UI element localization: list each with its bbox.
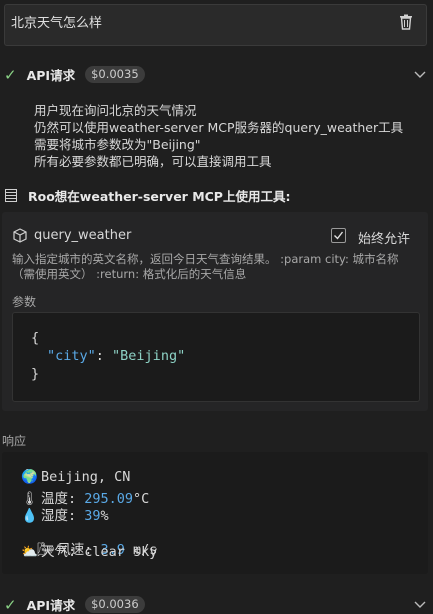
api-request-label: API请求 (26, 68, 76, 83)
response-location: 🌍 Beijing, CN (21, 469, 130, 485)
params-code-box: { "city": "Beijing" } (12, 312, 420, 402)
json-close-brace: } (31, 366, 40, 382)
json-param-line: "city": "Beijing" (47, 348, 185, 364)
tool-description-line: （需使用英文） :return: 格式化后的天气信息 (12, 267, 247, 281)
params-label: 参数 (12, 295, 37, 309)
check-icon: ✓ (4, 65, 17, 84)
json-key: "city" (47, 348, 96, 364)
trash-icon[interactable] (399, 14, 413, 30)
location-text: Beijing, CN (41, 469, 131, 485)
cost-badge: $0.0035 (85, 66, 145, 83)
api-request-label: API请求 (26, 598, 76, 613)
reasoning-text: 用户现在询问北京的天气情况 仍然可以使用weather-server MCP服务… (34, 102, 403, 170)
tool-name: query_weather (34, 228, 132, 243)
json-open-brace: { (31, 330, 40, 346)
tool-use-header-text: Roo想在weather-server MCP上使用工具: (28, 189, 291, 204)
reasoning-line: 用户现在询问北京的天气情况 (34, 103, 197, 118)
always-allow-checkbox[interactable] (331, 228, 346, 243)
tool-description: 输入指定城市的英文名称，返回今日天气查询结果。 :param city: 城市名… (12, 252, 417, 282)
cube-icon (13, 228, 27, 243)
reasoning-line: 需要将城市参数改为"Beijing" (34, 137, 201, 152)
temperature-unit: °C (133, 491, 150, 507)
api-request-row[interactable]: ✓ API请求 $0.0035 (4, 65, 428, 84)
checkmark-icon (334, 231, 344, 240)
response-weather: ⛅ 天气: clear sky (21, 540, 157, 560)
response-humidity: 💧 湿度: 39% (21, 504, 109, 524)
tool-use-header: Roo想在weather-server MCP上使用工具: (5, 186, 290, 205)
sun-cloud-icon: ⛅ (21, 544, 38, 560)
globe-icon: 🌍 (21, 469, 38, 485)
always-allow-label[interactable]: 始终允许 (358, 228, 410, 247)
response-label: 响应 (2, 434, 27, 448)
weather-label: 天气: (41, 544, 85, 560)
chevron-down-icon[interactable] (414, 601, 426, 609)
cost-badge: $0.0036 (85, 596, 145, 613)
check-icon: ✓ (4, 595, 17, 614)
reasoning-line: 所有必要参数都已明确，可以直接调用工具 (34, 154, 272, 169)
server-icon (5, 189, 17, 202)
user-query-text: 北京天气怎么样 (11, 16, 103, 31)
reasoning-line: 仍然可以使用weather-server MCP服务器的query_weathe… (34, 120, 404, 135)
api-request-row[interactable]: ✓ API请求 $0.0036 (4, 595, 428, 614)
tool-description-line: 输入指定城市的英文名称，返回今日天气查询结果。 :param city: 城市名… (12, 252, 399, 266)
weather-value: clear sky (84, 544, 158, 560)
json-colon: : (95, 348, 113, 364)
json-value: "Beijing" (112, 348, 186, 364)
chevron-down-icon[interactable] (414, 71, 426, 79)
